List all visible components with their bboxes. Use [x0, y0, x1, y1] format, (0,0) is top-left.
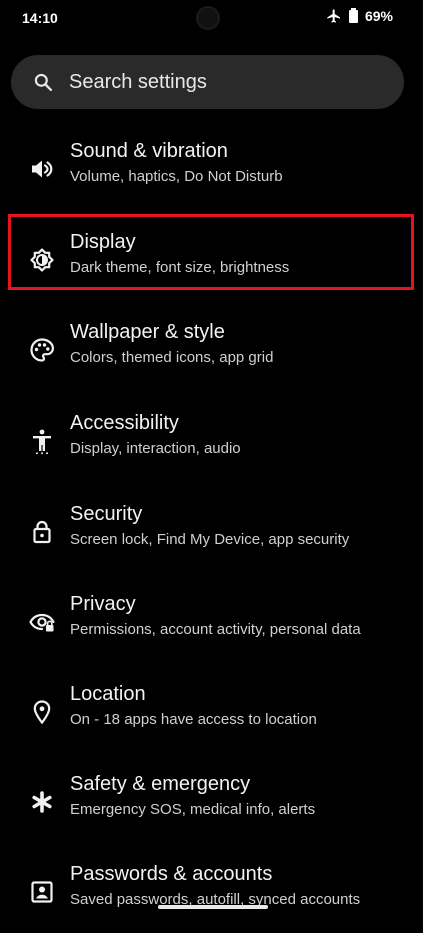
- lock-icon: [28, 518, 56, 546]
- setting-title: Privacy: [70, 593, 136, 615]
- emergency-asterisk-icon: [28, 788, 56, 816]
- accessibility-icon: [28, 427, 56, 455]
- setting-item-safety-emergency[interactable]: Safety & emergency Emergency SOS, medica…: [0, 761, 423, 843]
- setting-title: Location: [70, 683, 146, 705]
- setting-title: Sound & vibration: [70, 140, 228, 162]
- setting-item-location[interactable]: Location On - 18 apps have access to loc…: [0, 671, 423, 753]
- setting-subtitle: On - 18 apps have access to location: [70, 711, 317, 728]
- setting-item-privacy[interactable]: Privacy Permissions, account activity, p…: [0, 581, 423, 663]
- setting-title: Display: [70, 231, 136, 253]
- setting-item-accessibility[interactable]: Accessibility Display, interaction, audi…: [0, 400, 423, 482]
- setting-title: Accessibility: [70, 412, 179, 434]
- setting-subtitle: Display, interaction, audio: [70, 440, 241, 457]
- setting-item-security[interactable]: Security Screen lock, Find My Device, ap…: [0, 491, 423, 573]
- setting-title: Security: [70, 503, 143, 525]
- setting-subtitle: Volume, haptics, Do Not Disturb: [70, 168, 283, 185]
- setting-subtitle: Emergency SOS, medical info, alerts: [70, 801, 316, 818]
- setting-subtitle: Colors, themed icons, app grid: [70, 349, 274, 366]
- setting-item-passwords-accounts[interactable]: Passwords & accounts Saved passwords, au…: [0, 851, 423, 933]
- setting-item-display[interactable]: Display Dark theme, font size, brightnes…: [0, 219, 423, 301]
- setting-item-sound-vibration[interactable]: Sound & vibration Volume, haptics, Do No…: [0, 128, 423, 210]
- setting-title: Wallpaper & style: [70, 321, 225, 343]
- volume-icon: [28, 155, 56, 183]
- setting-title: Safety & emergency: [70, 773, 251, 795]
- setting-subtitle: Screen lock, Find My Device, app securit…: [70, 531, 350, 548]
- privacy-eye-icon: [28, 608, 56, 636]
- location-pin-icon: [28, 698, 56, 726]
- brightness-icon: [28, 246, 56, 274]
- navigation-handle[interactable]: [158, 905, 268, 909]
- setting-title: Passwords & accounts: [70, 863, 273, 885]
- setting-subtitle: Dark theme, font size, brightness: [70, 259, 290, 276]
- setting-subtitle: Permissions, account activity, personal …: [70, 621, 361, 638]
- account-box-icon: [28, 878, 56, 906]
- setting-item-wallpaper-style[interactable]: Wallpaper & style Colors, themed icons, …: [0, 309, 423, 391]
- palette-icon: [28, 336, 56, 364]
- settings-list: Sound & vibration Volume, haptics, Do No…: [0, 0, 423, 919]
